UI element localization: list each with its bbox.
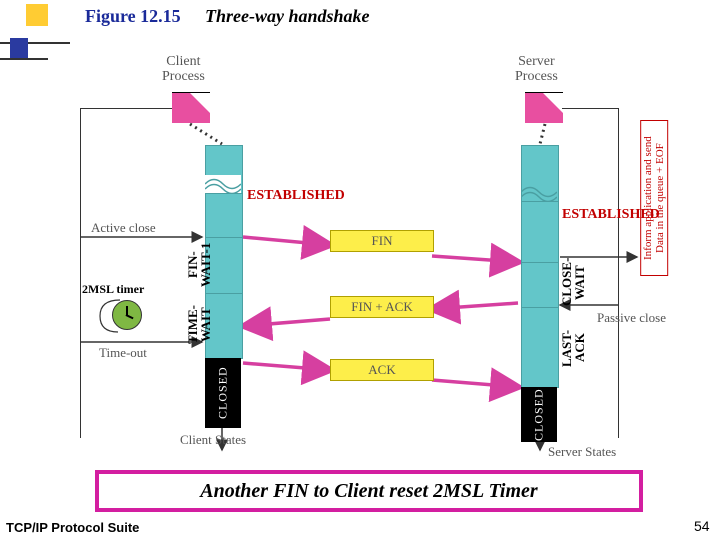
finack-box: FIN + ACK	[330, 296, 434, 318]
passive-close-label: Passive close	[597, 310, 666, 326]
server-bar-closewait	[521, 262, 559, 308]
server-states-label: Server States	[548, 444, 616, 460]
callout-box: Another FIN to Client reset 2MSL Timer	[95, 470, 643, 512]
active-close-label: Active close	[91, 220, 156, 236]
server-note: Inform application and send Data in the …	[640, 120, 668, 276]
client-established: ESTABLISHED	[247, 188, 345, 204]
timer-label: 2MSL timer	[82, 282, 144, 297]
server-bar-gap	[521, 183, 557, 201]
client-states-label: Client States	[180, 432, 246, 448]
timeout-label: Time-out	[99, 345, 147, 361]
server-bar-mid	[521, 201, 559, 263]
clock-icon	[112, 300, 142, 330]
client-bar-gap	[205, 175, 241, 193]
finack-text: FIN + ACK	[351, 299, 413, 315]
footer-page: 54	[694, 518, 710, 534]
client-timewait-label: TIME- WAIT	[186, 295, 212, 355]
fin-text: FIN	[372, 233, 393, 249]
callout-text: Another FIN to Client reset 2MSL Timer	[200, 480, 537, 503]
ack-box: ACK	[330, 359, 434, 381]
server-bar-lastack	[521, 307, 559, 388]
ack-text: ACK	[368, 362, 395, 378]
client-bar-mid	[205, 193, 243, 238]
server-closed-bar: CLOSED	[521, 387, 557, 442]
footer-left: TCP/IP Protocol Suite	[6, 520, 139, 535]
server-lastack-label: LAST- ACK	[560, 318, 586, 378]
client-finwait1-label: FIN- WAIT-1	[186, 238, 212, 292]
fin-box: FIN	[330, 230, 434, 252]
client-closed-bar: CLOSED	[205, 358, 241, 428]
server-closewait-label: CLOSE- WAIT	[560, 260, 586, 306]
